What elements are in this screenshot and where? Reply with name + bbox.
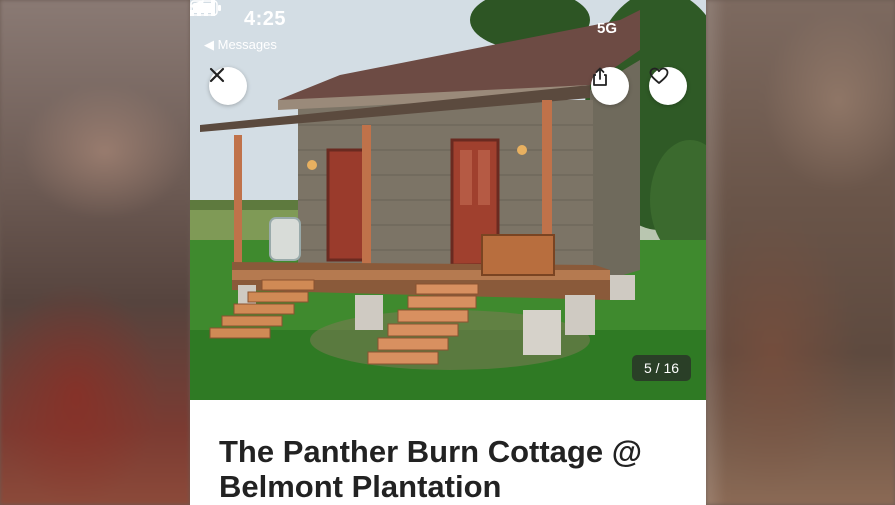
back-to-messages-link[interactable]: ◀ Messages (204, 37, 277, 53)
listing-title-line1: The Panther Burn Cottage @ (219, 434, 642, 469)
share-icon (593, 67, 607, 86)
cottage-photo-illustration (190, 0, 706, 400)
share-button[interactable] (591, 67, 629, 105)
close-icon (209, 67, 225, 83)
status-time: 4:25 (244, 8, 287, 30)
battery-icon (190, 0, 221, 16)
network-type: 5G (597, 20, 618, 37)
phone-screen: 4:25 ◀ Messages 5G 5 / 16 The Panther Bu… (190, 0, 706, 505)
save-to-wishlist-button[interactable] (649, 67, 687, 105)
close-button[interactable] (209, 67, 247, 105)
listing-photo[interactable]: 4:25 ◀ Messages 5G 5 / 16 (190, 0, 706, 400)
heart-icon (649, 67, 669, 84)
blurred-background-left (0, 0, 190, 505)
photo-counter: 5 / 16 (632, 355, 691, 381)
blurred-background-right (706, 0, 895, 505)
listing-title-line2: Belmont Plantation (219, 469, 502, 504)
listing-title: The Panther Burn Cottage @ Belmont Plant… (219, 434, 689, 504)
